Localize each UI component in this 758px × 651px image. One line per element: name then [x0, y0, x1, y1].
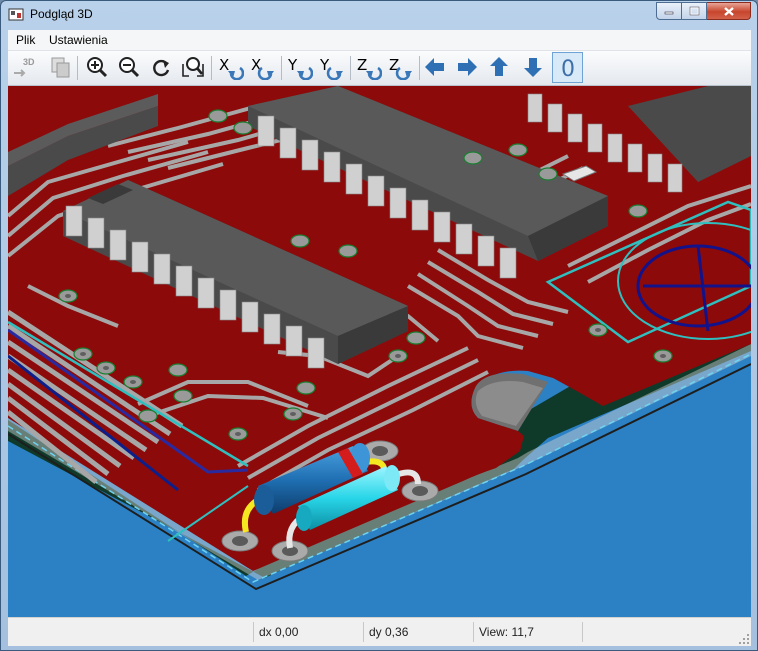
3d-viewport[interactable] — [8, 86, 751, 617]
reload-3d-button[interactable]: 3D — [11, 53, 39, 81]
minimize-icon — [664, 11, 674, 15]
zoom-out-icon — [119, 57, 140, 78]
rotate-x-ccw-button[interactable]: X — [217, 53, 245, 81]
app-window: Podgląd 3D Plik Ustawienia 3D X X Y Y Z … — [0, 0, 758, 651]
ortho-toggle-button[interactable]: 0 — [552, 52, 583, 83]
maximize-icon — [689, 6, 699, 16]
pcb-3d-render — [8, 86, 751, 591]
minimize-button[interactable] — [656, 2, 682, 20]
title-bar[interactable]: Podgląd 3D — [1, 1, 757, 29]
axis-y-label: Y — [287, 56, 298, 74]
maximize-button[interactable] — [682, 2, 707, 20]
menu-bar: Plik Ustawienia — [8, 30, 751, 51]
ortho-icon: 0 — [561, 57, 575, 81]
move-right-button[interactable] — [453, 53, 481, 81]
reload-3d-icon: 3D — [14, 57, 35, 77]
app-3d-icon — [8, 8, 24, 21]
rotate-y-ccw-button[interactable]: Y — [286, 53, 314, 81]
rotate-x-cw-button[interactable]: X — [249, 53, 277, 81]
copy-icon — [51, 57, 70, 78]
status-view: View: 11,7 — [473, 622, 583, 642]
menu-plik[interactable]: Plik — [16, 33, 35, 47]
arrow-right-icon — [458, 58, 477, 76]
axis-z-label: Z — [357, 56, 367, 74]
ortho-label: 0 — [561, 57, 575, 81]
axis-x-label: X — [219, 56, 229, 74]
rotate-y-cw-button[interactable]: Y — [318, 53, 346, 81]
rotate-y-ccw-icon: Y — [287, 56, 313, 80]
move-down-button[interactable] — [519, 53, 547, 81]
window-title: Podgląd 3D — [30, 7, 93, 21]
move-left-button[interactable] — [421, 53, 449, 81]
status-bar: dx 0,00 dy 0,36 View: 11,7 — [8, 617, 751, 646]
rotate-z-cw-icon: Z — [389, 56, 412, 80]
redraw-icon — [153, 59, 170, 77]
client-area: Plik Ustawienia 3D X X Y Y Z Z 0 dx 0,00… — [8, 30, 751, 646]
mode-3d-label: 3D — [23, 57, 35, 67]
rotate-z-ccw-button[interactable]: Z — [355, 53, 383, 81]
close-icon — [723, 6, 734, 16]
status-dx: dx 0,00 — [253, 622, 363, 642]
move-up-button[interactable] — [485, 53, 513, 81]
redraw-button[interactable] — [147, 53, 175, 81]
toolbar: 3D X X Y Y Z Z 0 — [8, 51, 751, 86]
rotate-z-ccw-icon: Z — [357, 56, 382, 80]
rotate-z-cw-button[interactable]: Z — [387, 53, 415, 81]
rotate-x-ccw-icon: X — [219, 56, 244, 80]
arrow-down-icon — [524, 58, 542, 77]
close-button[interactable] — [707, 2, 751, 20]
arrow-up-icon — [490, 57, 508, 76]
copy-image-button[interactable] — [46, 53, 74, 81]
rotate-x-cw-icon: X — [251, 56, 274, 80]
zoom-in-button[interactable] — [83, 53, 111, 81]
arrow-left-icon — [425, 58, 444, 76]
resize-grip-icon[interactable] — [738, 633, 750, 645]
zoom-out-button[interactable] — [115, 53, 143, 81]
status-dy: dy 0,36 — [363, 622, 473, 642]
menu-ustawienia[interactable]: Ustawienia — [49, 33, 108, 47]
zoom-in-icon — [87, 57, 108, 78]
zoom-fit-button[interactable] — [179, 53, 207, 81]
rotate-y-cw-icon: Y — [319, 56, 343, 80]
zoom-fit-icon — [182, 57, 204, 77]
